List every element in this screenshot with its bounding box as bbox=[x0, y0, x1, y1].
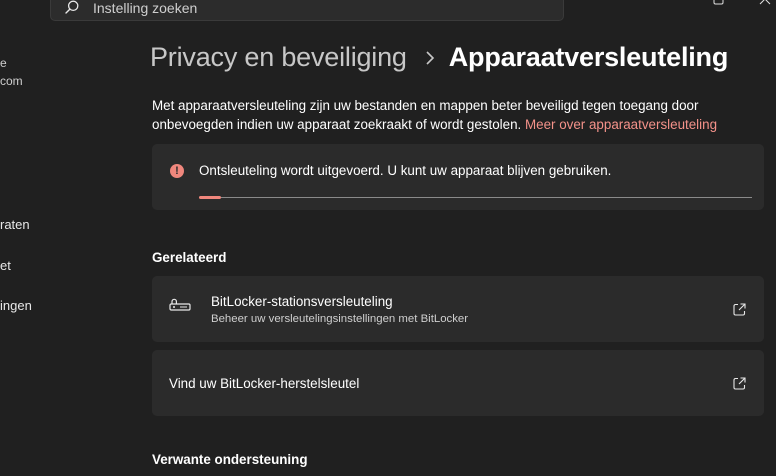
sidebar-item-network[interactable]: et bbox=[0, 258, 11, 273]
bitlocker-key-icon bbox=[169, 298, 191, 311]
card-title: Vind uw BitLocker-herstelsleutel bbox=[169, 376, 360, 391]
progress-fill bbox=[199, 196, 221, 199]
sidebar: e com raten et ingen bbox=[0, 0, 40, 476]
status-message: Ontsleuteling wordt uitgevoerd. U kunt u… bbox=[199, 163, 612, 178]
related-heading: Gerelateerd bbox=[152, 250, 227, 265]
support-heading: Verwante ondersteuning bbox=[152, 452, 308, 467]
close-icon[interactable] bbox=[758, 0, 772, 6]
chevron-right-icon bbox=[426, 50, 434, 65]
settings-window: e com raten et ingen Privacy en beveilig… bbox=[0, 0, 776, 476]
maximize-icon[interactable] bbox=[712, 0, 726, 6]
sidebar-item-devices[interactable]: raten bbox=[0, 217, 30, 232]
open-external-icon bbox=[733, 303, 746, 316]
decryption-status-card: ! Ontsleuteling wordt uitgevoerd. U kunt… bbox=[152, 144, 764, 210]
sidebar-item-settings[interactable]: ingen bbox=[0, 298, 32, 313]
bitlocker-recovery-key-link[interactable]: Vind uw BitLocker-herstelsleutel bbox=[152, 350, 764, 416]
progress-track bbox=[199, 197, 752, 198]
card-subtitle: Beheer uw versleutelingsinstellingen met… bbox=[211, 313, 469, 325]
account-email: com bbox=[0, 74, 23, 88]
learn-more-link[interactable]: Meer over apparaatversleuteling bbox=[525, 117, 717, 132]
account-name: e bbox=[0, 56, 7, 70]
bitlocker-drive-encryption-link[interactable]: BitLocker-stationsversleuteling Beheer u… bbox=[152, 276, 764, 342]
breadcrumb-current: Apparaatversleuteling bbox=[448, 42, 729, 72]
card-title: BitLocker-stationsversleuteling bbox=[211, 294, 393, 309]
page-description: Met apparaatversleuteling zijn uw bestan… bbox=[152, 96, 764, 134]
search-input[interactable] bbox=[91, 0, 515, 19]
page-title: Privacy en beveiliging Apparaatversleute… bbox=[150, 42, 728, 73]
open-external-icon bbox=[733, 377, 746, 390]
breadcrumb-parent[interactable]: Privacy en beveiliging bbox=[150, 42, 407, 73]
search-icon bbox=[65, 0, 79, 14]
search-box[interactable] bbox=[50, 0, 564, 21]
error-icon: ! bbox=[170, 164, 184, 178]
